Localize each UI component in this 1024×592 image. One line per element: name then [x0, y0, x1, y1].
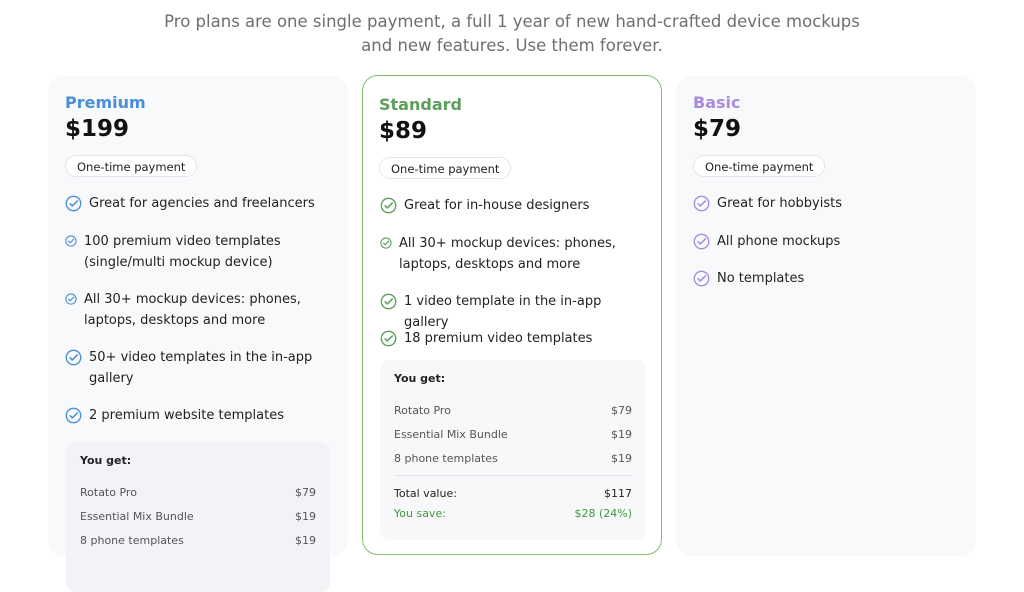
- feature-text: Great for in-house designers: [404, 198, 590, 213]
- feature-text: 50+ video templates in the in-app galler…: [89, 350, 313, 386]
- feature-text: 2 premium website templates: [89, 408, 284, 423]
- save-value: $28 (24%): [574, 507, 632, 520]
- divider: [394, 475, 632, 476]
- feature-item: Great for hobbyists: [693, 193, 943, 214]
- check-circle-icon: [65, 349, 82, 366]
- item-price: $79: [611, 404, 632, 417]
- feature-text: 1 video template in the in-app gallery: [404, 294, 602, 330]
- feature-item: 50+ video templates in the in-app galler…: [65, 347, 315, 389]
- item-name: Essential Mix Bundle: [80, 510, 194, 523]
- item-name: 8 phone templates: [80, 534, 184, 547]
- check-circle-icon: [65, 195, 82, 212]
- you-get-box: You get: Rotato Pro $79 Essential Mix Bun…: [380, 360, 646, 540]
- check-circle-icon: [380, 197, 397, 214]
- value-row: Rotato Pro $79: [394, 399, 632, 423]
- feature-item: 100 premium video templates (single/mult…: [65, 231, 315, 273]
- feature-text: All 30+ mockup devices: phones, laptops,…: [84, 292, 301, 328]
- check-circle-icon: [65, 407, 82, 424]
- item-price: $19: [295, 510, 316, 523]
- payment-badge: One-time payment: [379, 157, 512, 179]
- plan-price: $199: [65, 116, 130, 142]
- plan-price: $79: [693, 116, 742, 142]
- feature-text: All 30+ mockup devices: phones, laptops,…: [399, 236, 616, 272]
- intro-text: Pro plans are one single payment, a full…: [164, 12, 860, 55]
- feature-item: 1 video template in the in-app gallery: [380, 291, 630, 333]
- item-name: Essential Mix Bundle: [394, 428, 508, 441]
- value-row: 8 phone templates $19: [394, 447, 632, 471]
- plan-card-standard[interactable]: Standard $89 One-time payment Great for …: [362, 75, 662, 555]
- you-get-heading: You get:: [80, 454, 132, 467]
- feature-item: All 30+ mockup devices: phones, laptops,…: [65, 289, 315, 331]
- check-circle-icon: [693, 270, 710, 287]
- feature-text: Great for agencies and freelancers: [89, 196, 315, 211]
- feature-item: 2 premium website templates: [65, 405, 315, 426]
- check-circle-icon: [65, 235, 77, 247]
- payment-badge: One-time payment: [65, 155, 198, 177]
- plan-name: Premium: [65, 93, 146, 112]
- feature-item: 18 premium video templates: [380, 328, 630, 349]
- save-row: You save: $28 (24%): [394, 502, 632, 526]
- plan-name: Basic: [693, 93, 741, 112]
- feature-text: Great for hobbyists: [717, 196, 842, 211]
- feature-text: No templates: [717, 271, 805, 286]
- you-get-heading: You get:: [394, 372, 446, 385]
- feature-item: No templates: [693, 268, 943, 289]
- item-price: $19: [611, 452, 632, 465]
- item-price: $19: [611, 428, 632, 441]
- payment-badge: One-time payment: [693, 155, 826, 177]
- feature-text: All phone mockups: [717, 234, 841, 249]
- item-price: $79: [295, 486, 316, 499]
- item-name: Rotato Pro: [394, 404, 451, 417]
- value-row: Essential Mix Bundle $19: [394, 423, 632, 447]
- plan-price: $89: [379, 118, 428, 144]
- check-circle-icon: [65, 293, 77, 305]
- check-circle-icon: [380, 330, 397, 347]
- feature-text: 18 premium video templates: [404, 331, 593, 346]
- value-row: Essential Mix Bundle $19: [80, 505, 316, 529]
- feature-text: 100 premium video templates (single/mult…: [84, 234, 281, 270]
- item-name: Rotato Pro: [80, 486, 137, 499]
- plan-card-premium[interactable]: Premium $199 One-time payment Great for …: [48, 76, 348, 592]
- check-circle-icon: [693, 195, 710, 212]
- plan-card-basic[interactable]: Basic $79 One-time payment Great for hob…: [676, 76, 976, 556]
- check-circle-icon: [380, 293, 397, 310]
- check-circle-icon: [693, 233, 710, 250]
- value-row: Rotato Pro $79: [80, 481, 316, 505]
- item-price: $19: [295, 534, 316, 547]
- plan-name: Standard: [379, 95, 462, 114]
- save-label: You save:: [394, 507, 446, 520]
- feature-item: Great for agencies and freelancers: [65, 193, 315, 214]
- value-row: 8 phone templates $19: [80, 529, 316, 553]
- feature-item: All phone mockups: [693, 231, 943, 252]
- feature-item: Great for in-house designers: [380, 195, 630, 216]
- check-circle-icon: [380, 237, 392, 249]
- feature-item: All 30+ mockup devices: phones, laptops,…: [380, 233, 630, 275]
- item-name: 8 phone templates: [394, 452, 498, 465]
- you-get-box: You get: Rotato Pro $79 Essential Mix Bun…: [66, 442, 330, 592]
